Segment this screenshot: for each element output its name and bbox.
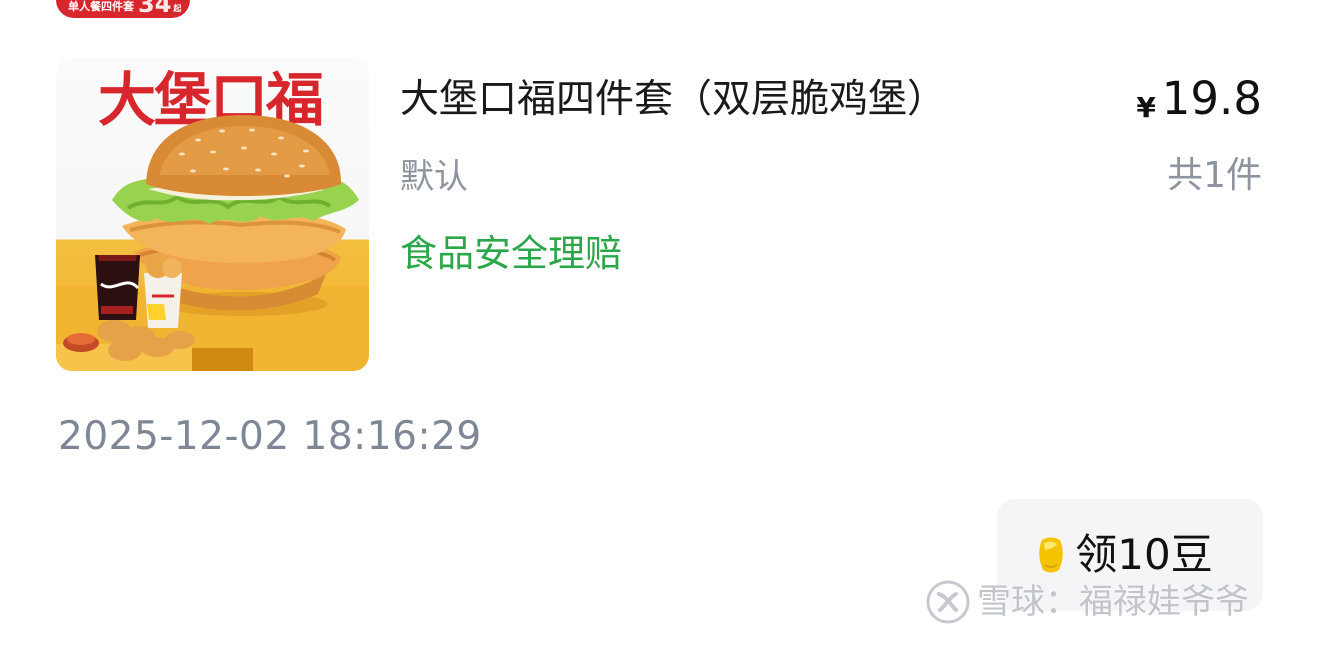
product-price: ¥ 19.8 [1136, 72, 1262, 126]
order-timestamp: 2025-12-02 18:16:29 [58, 414, 482, 459]
price-amount: 19.8 [1161, 72, 1262, 125]
product-name[interactable]: 大堡口福四件套（双层脆鸡堡） [400, 74, 946, 126]
product-image[interactable]: 大堡口福 [56, 58, 369, 371]
top-badge-suffix: 起 [173, 4, 182, 13]
product-spec: 默认 [400, 157, 468, 197]
snowball-icon [925, 579, 971, 625]
coin-icon [1035, 536, 1067, 574]
food-safety-claim-link[interactable]: 食品安全理赔 [400, 229, 622, 279]
burger-meal-image [56, 115, 369, 371]
order-item-card: 单人餐四件套 34 起 大堡口福 大堡口福四件套（双层脆鸡堡） ¥ 19.8 默… [0, 0, 1320, 645]
top-badge-price-fragment: 34 [138, 0, 172, 18]
currency-symbol: ¥ [1136, 91, 1156, 124]
item-count: 共1件 [1167, 155, 1262, 196]
claim-beans-label: 领10豆 [1075, 530, 1213, 579]
top-badge-label: 单人餐四件套 [68, 0, 134, 13]
source-watermark: 雪球：福禄娃爷爷 [925, 578, 1249, 626]
top-promo-badge: 单人餐四件套 34 起 [56, 0, 190, 18]
watermark-text: 雪球：福禄娃爷爷 [977, 582, 1249, 622]
